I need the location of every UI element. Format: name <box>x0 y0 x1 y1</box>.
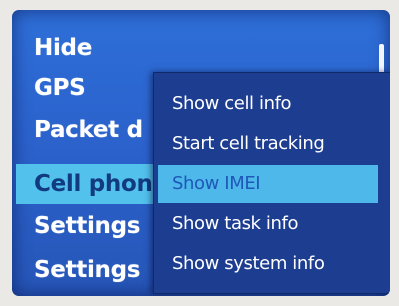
popup-item-show-cell-info[interactable]: Show cell info <box>154 85 383 123</box>
popup-item-show-system-info[interactable]: Show system info <box>154 245 383 283</box>
menu-item-packet-data[interactable]: Packet d <box>34 110 143 150</box>
popup-item-show-imei[interactable]: Show IMEI <box>158 165 378 203</box>
menu-item-settings-2[interactable]: Settings <box>34 250 140 290</box>
popup-item-show-task-info[interactable]: Show task info <box>154 205 383 243</box>
menu-item-settings-1[interactable]: Settings <box>34 206 140 246</box>
context-menu: Show cell info Start cell tracking Show … <box>153 72 390 294</box>
menu-item-gps[interactable]: GPS <box>34 68 86 108</box>
menu-item-hide[interactable]: Hide <box>34 28 92 68</box>
phone-screen: Hide GPS Packet d Cell phon Settings Set… <box>12 10 390 296</box>
popup-item-start-cell-tracking[interactable]: Start cell tracking <box>154 125 383 163</box>
menu-item-cell-phone[interactable]: Cell phon <box>34 164 153 204</box>
